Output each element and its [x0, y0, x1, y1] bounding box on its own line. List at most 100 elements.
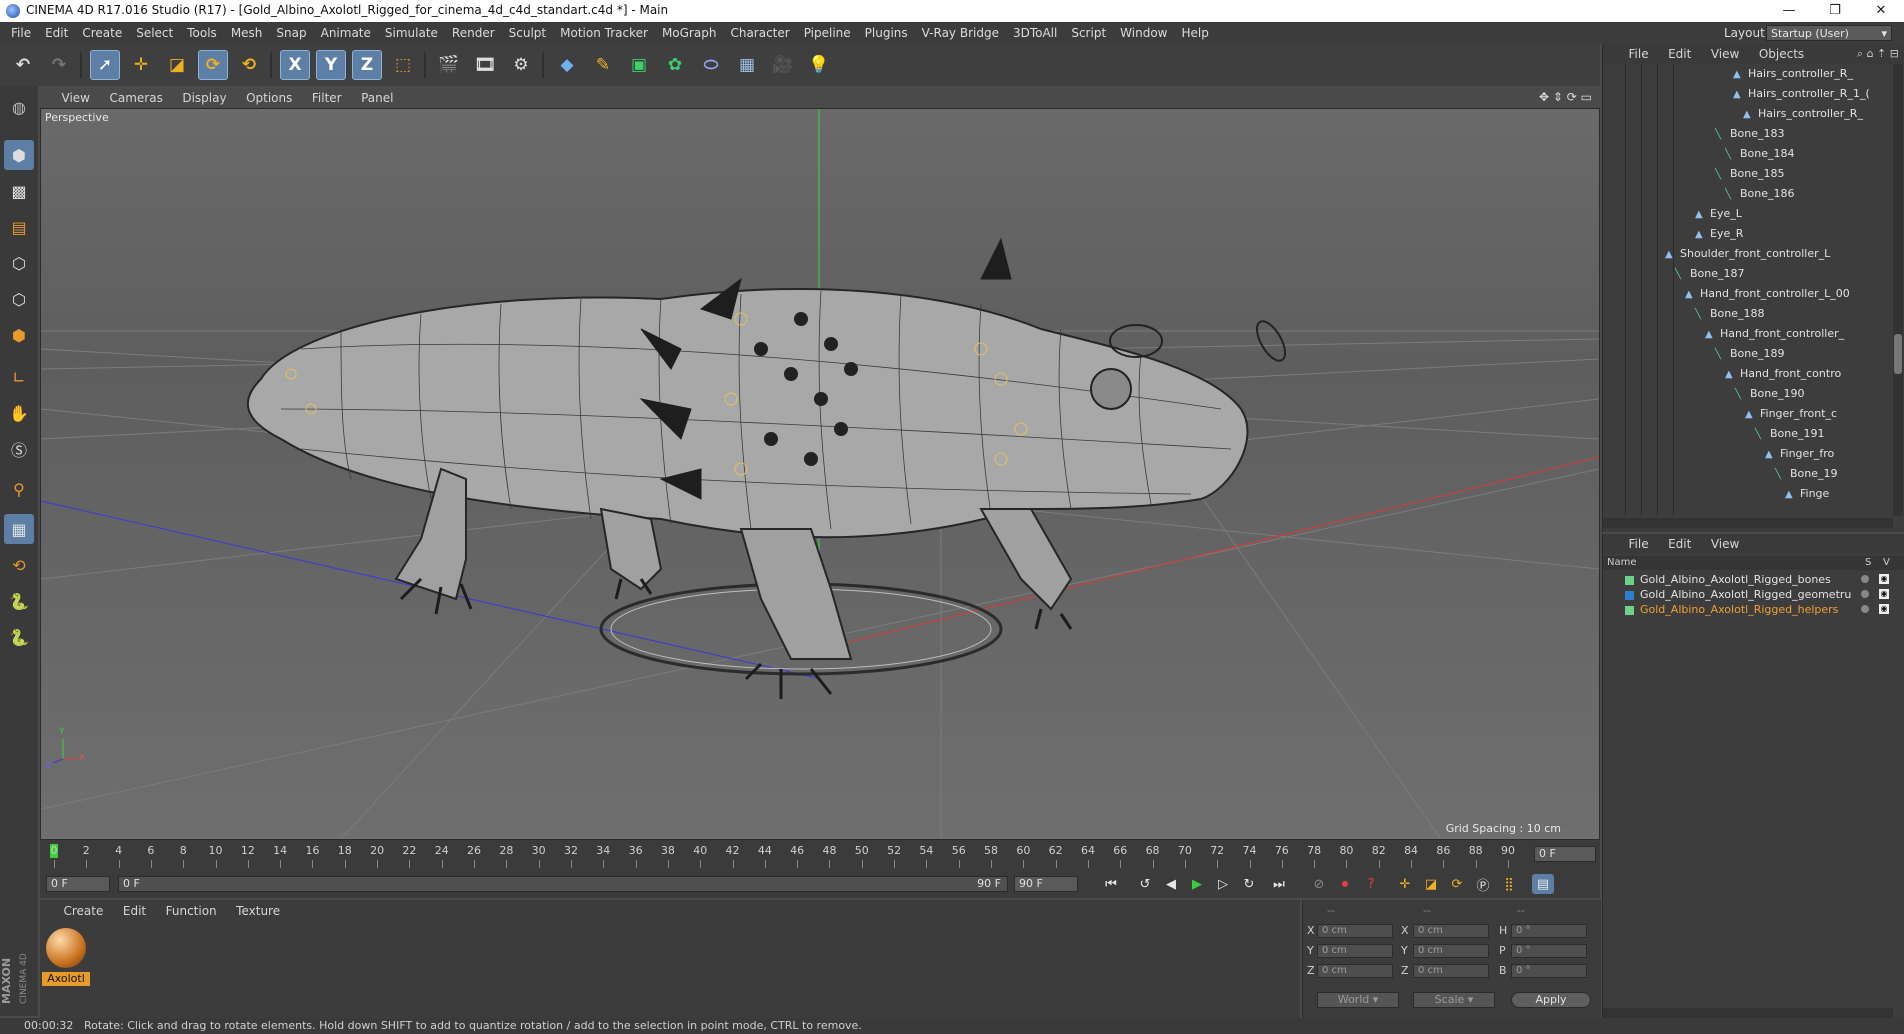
- object-tree-item[interactable]: ▲ Hand_front_contro: [1725, 364, 1841, 384]
- move-icon[interactable]: ✛: [126, 50, 156, 80]
- material-menu-create[interactable]: Create: [56, 900, 112, 922]
- camera-icon[interactable]: 🎥: [768, 50, 798, 80]
- magnet-icon[interactable]: ⚲: [4, 474, 34, 504]
- layer-color-swatch[interactable]: [1625, 590, 1634, 600]
- autokeying-icon[interactable]: ⏺: [1334, 874, 1356, 894]
- menu-script[interactable]: Script: [1064, 22, 1113, 44]
- lock-workplane-icon[interactable]: ▦: [4, 514, 34, 544]
- object-menu-objects[interactable]: Objects: [1751, 44, 1812, 64]
- menu-v-ray-bridge[interactable]: V-Ray Bridge: [915, 22, 1006, 44]
- viewport-navigation-icons[interactable]: ✥ ⇕ ⟳ ▭: [1539, 90, 1592, 104]
- live-selection-icon[interactable]: ➚: [90, 50, 120, 80]
- current-frame-field[interactable]: 0 F: [1534, 846, 1596, 862]
- viewport-menu-options[interactable]: Options: [238, 88, 300, 108]
- menu-simulate[interactable]: Simulate: [378, 22, 445, 44]
- viewport-menu-display[interactable]: Display: [174, 88, 234, 108]
- layer-solo-toggle[interactable]: [1861, 575, 1869, 583]
- next-key-icon[interactable]: ↻: [1238, 874, 1260, 894]
- pos-z-field[interactable]: 0 cm: [1317, 964, 1393, 978]
- size-x-field[interactable]: 0 cm: [1413, 924, 1489, 938]
- render-view-icon[interactable]: 🎬: [434, 50, 464, 80]
- material-name[interactable]: Axolotl: [42, 972, 90, 986]
- menu-3dtoall[interactable]: 3DToAll: [1006, 22, 1064, 44]
- pos-y-field[interactable]: 0 cm: [1317, 944, 1393, 958]
- position-key-icon[interactable]: ✛: [1394, 874, 1416, 894]
- edges-mode-icon[interactable]: ⬡: [4, 284, 34, 314]
- size-y-field[interactable]: 0 cm: [1413, 944, 1489, 958]
- z-axis-icon[interactable]: Z: [352, 50, 382, 80]
- perspective-viewport[interactable]: Y Z X Perspective Grid Spacing : 10 cm: [40, 108, 1600, 840]
- viewport-menu-view[interactable]: View: [54, 88, 98, 108]
- layer-visibility-icon[interactable]: ◉: [1879, 589, 1889, 599]
- menu-character[interactable]: Character: [723, 22, 796, 44]
- rotate-icon[interactable]: ⟳: [198, 50, 228, 80]
- undo-icon[interactable]: ↶: [8, 50, 38, 80]
- layer-menu-edit[interactable]: Edit: [1660, 534, 1699, 554]
- go-to-end-icon[interactable]: ⏭: [1268, 874, 1290, 894]
- minimize-button[interactable]: —: [1766, 0, 1812, 22]
- texture-mode-icon[interactable]: ▩: [4, 176, 34, 206]
- object-menu-file[interactable]: File: [1621, 44, 1657, 64]
- size-z-field[interactable]: 0 cm: [1413, 964, 1489, 978]
- cloner-icon[interactable]: ✿: [660, 50, 690, 80]
- object-tree-item[interactable]: ▲ Eye_R: [1695, 224, 1743, 244]
- menu-create[interactable]: Create: [75, 22, 129, 44]
- object-tree-item[interactable]: ╲ Bone_188: [1695, 304, 1765, 324]
- snap-icon[interactable]: Ⓢ: [4, 434, 34, 464]
- layer-hscrollbar[interactable]: [1603, 1008, 1893, 1018]
- viewport-menu-panel[interactable]: Panel: [353, 88, 401, 108]
- recent-tool-icon[interactable]: ⟲: [234, 50, 264, 80]
- material-menu-function[interactable]: Function: [158, 900, 225, 922]
- object-tree-item[interactable]: ╲ Bone_191: [1755, 424, 1825, 444]
- menu-render[interactable]: Render: [445, 22, 502, 44]
- close-button[interactable]: ✕: [1858, 0, 1904, 22]
- coordinate-mode-select[interactable]: Scale ▾: [1413, 992, 1495, 1008]
- coordinate-space-select[interactable]: World ▾: [1317, 992, 1399, 1008]
- material-menu-texture[interactable]: Texture: [228, 900, 288, 922]
- subdivision-icon[interactable]: ▣: [624, 50, 654, 80]
- tweak-mode-icon[interactable]: ✋: [4, 398, 34, 428]
- object-tree-item[interactable]: ╲ Bone_19: [1775, 464, 1838, 484]
- menu-tools[interactable]: Tools: [180, 22, 224, 44]
- layer-menu-view[interactable]: View: [1703, 534, 1747, 554]
- object-tree-item[interactable]: ╲ Bone_189: [1715, 344, 1785, 364]
- layer-solo-toggle[interactable]: [1861, 605, 1869, 613]
- layer-row[interactable]: Gold_Albino_Axolotl_Rigged_geometru ◉: [1607, 587, 1897, 602]
- object-menu-view[interactable]: View: [1703, 44, 1747, 64]
- x-axis-icon[interactable]: X: [280, 50, 310, 80]
- viewport-menu-cameras[interactable]: Cameras: [101, 88, 170, 108]
- material-preview[interactable]: [46, 928, 86, 968]
- object-menu-edit[interactable]: Edit: [1660, 44, 1699, 64]
- object-tree-item[interactable]: ╲ Bone_187: [1675, 264, 1745, 284]
- rot-h-field[interactable]: 0 °: [1511, 924, 1587, 938]
- render-picture-viewer-icon[interactable]: 🎞: [470, 50, 500, 80]
- layer-menu-file[interactable]: File: [1621, 534, 1657, 554]
- apply-button[interactable]: Apply: [1511, 992, 1591, 1008]
- previous-frame-icon[interactable]: ◀: [1160, 874, 1182, 894]
- object-tree-item[interactable]: ╲ Bone_186: [1725, 184, 1795, 204]
- object-tree-item[interactable]: ▲ Finger_fro: [1765, 444, 1834, 464]
- menu-mesh[interactable]: Mesh: [224, 22, 270, 44]
- menu-select[interactable]: Select: [129, 22, 180, 44]
- object-tree-item[interactable]: ▲ Finger_front_c: [1745, 404, 1837, 424]
- viewport-menu-filter[interactable]: Filter: [304, 88, 350, 108]
- cube-icon[interactable]: ◆: [552, 50, 582, 80]
- model-mode-icon[interactable]: ⬢: [4, 140, 34, 170]
- object-tree-item[interactable]: ▲ Shoulder_front_controller_L: [1665, 244, 1830, 264]
- object-tree-item[interactable]: ▲ Hand_front_controller_: [1705, 324, 1844, 344]
- python-script-icon[interactable]: 🐍: [4, 622, 34, 652]
- previous-key-icon[interactable]: ↺: [1134, 874, 1156, 894]
- rotation-key-icon[interactable]: ⟳: [1446, 874, 1468, 894]
- menu-mograph[interactable]: MoGraph: [655, 22, 724, 44]
- floor-icon[interactable]: ▦: [732, 50, 762, 80]
- material-menu-edit[interactable]: Edit: [115, 900, 154, 922]
- layout-select[interactable]: Startup (User) ▾: [1766, 25, 1892, 41]
- light-icon[interactable]: 💡: [804, 50, 834, 80]
- layer-color-swatch[interactable]: [1625, 575, 1634, 585]
- polygons-mode-icon[interactable]: ⬢: [4, 320, 34, 350]
- scrollbar-thumb[interactable]: [1894, 334, 1902, 374]
- layer-row[interactable]: Gold_Albino_Axolotl_Rigged_helpers ◉: [1607, 602, 1897, 617]
- menu-pipeline[interactable]: Pipeline: [797, 22, 858, 44]
- y-axis-icon[interactable]: Y: [316, 50, 346, 80]
- object-tree-item[interactable]: ▲ Finge: [1785, 484, 1829, 504]
